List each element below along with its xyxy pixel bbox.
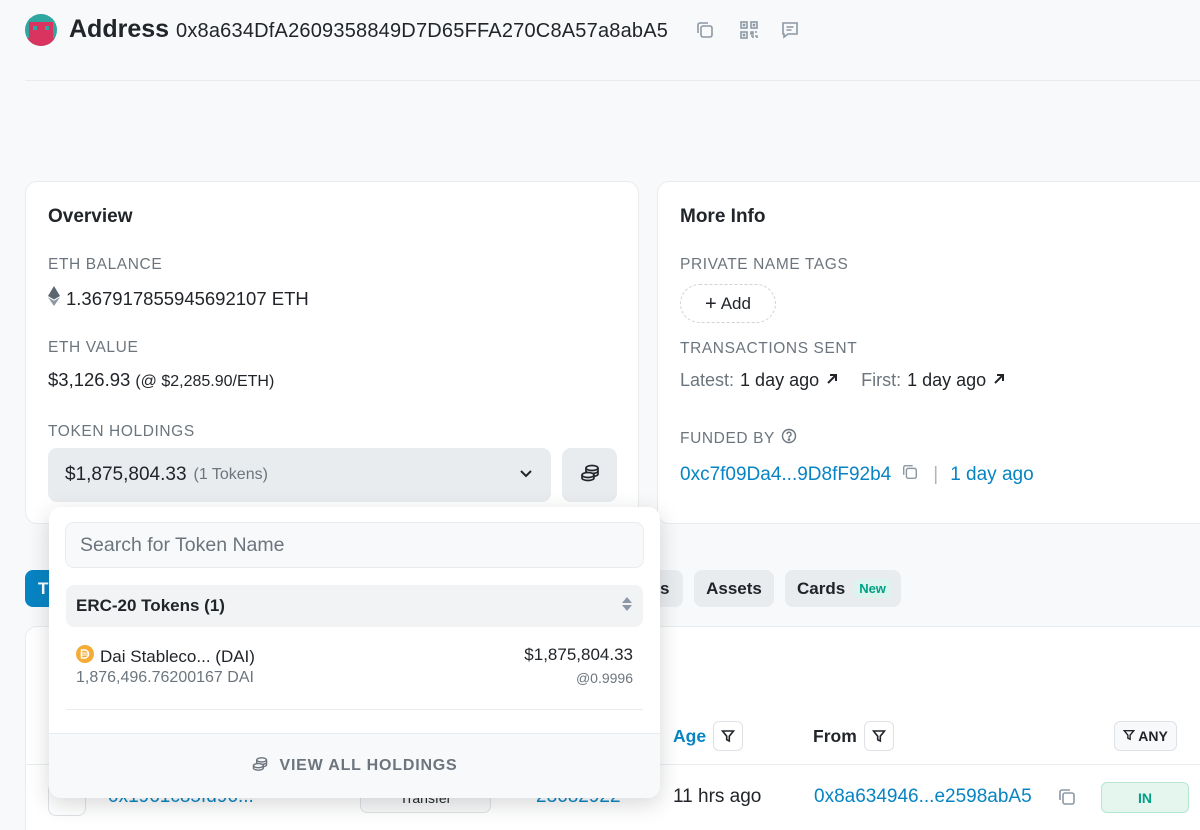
token-holdings-view-button[interactable] xyxy=(562,448,617,502)
erc20-group-label: ERC-20 Tokens (1) xyxy=(76,596,225,615)
token-price: @0.9996 xyxy=(575,670,633,686)
tab-partial-label: s xyxy=(660,578,670,598)
funded-time[interactable]: 1 day ago xyxy=(950,464,1033,486)
funded-by-label: FUNDED BY xyxy=(680,429,775,447)
address-hash: 0x8a634DfA2609358849D7D65FFA270C8A57a8ab… xyxy=(176,20,669,42)
coins-icon xyxy=(251,755,269,778)
token-search-input[interactable] xyxy=(65,522,644,568)
eth-value-amount: $3,126.93 xyxy=(48,369,131,390)
dropdown-divider xyxy=(66,709,643,710)
arrow-up-right-icon[interactable] xyxy=(825,370,839,391)
dai-token-icon xyxy=(76,645,94,668)
funded-by-address[interactable]: 0xc7f09Da4...9D8fF92b4 xyxy=(680,464,891,486)
column-header-age[interactable]: Age xyxy=(673,726,706,747)
address-avatar xyxy=(25,14,57,46)
eth-balance-value: 1.367917855945692107 ETH xyxy=(66,287,309,309)
copy-icon[interactable] xyxy=(1057,787,1077,812)
tab-transactions-label: T xyxy=(38,578,49,598)
latest-label: Latest: xyxy=(680,370,735,390)
token-holdings-amount: $1,875,804.33 xyxy=(65,464,187,485)
filter-icon[interactable] xyxy=(713,721,743,751)
view-all-holdings-button[interactable]: VIEW ALL HOLDINGS xyxy=(49,733,660,798)
tab-assets-label: Assets xyxy=(706,578,762,598)
add-name-tag-button[interactable]: + Add xyxy=(680,284,776,323)
coins-icon xyxy=(579,462,601,489)
ethereum-icon xyxy=(48,286,60,311)
column-header-from: From xyxy=(813,726,857,746)
tab-cards[interactable]: Cards New xyxy=(785,570,901,607)
view-all-holdings-label: VIEW ALL HOLDINGS xyxy=(279,757,458,774)
tab-cards-label: Cards xyxy=(797,578,846,598)
comment-icon[interactable] xyxy=(778,18,802,42)
copy-icon[interactable] xyxy=(693,18,717,42)
plus-icon: + xyxy=(705,292,717,315)
eth-value-rate: (@ $2,285.90/ETH) xyxy=(135,373,275,390)
token-value: $1,875,804.33 xyxy=(524,645,633,664)
token-list-item[interactable]: Dai Stableco... (DAI) 1,876,496.76200167… xyxy=(66,635,643,695)
sort-icon[interactable] xyxy=(621,596,633,617)
new-badge: New xyxy=(853,579,892,598)
funded-by-heading: FUNDED BY xyxy=(680,428,797,449)
tx-age: 11 hrs ago xyxy=(673,786,762,807)
transactions-sent-label: TRANSACTIONS SENT xyxy=(680,340,858,357)
eth-value-label: ETH VALUE xyxy=(48,339,139,356)
direction-label: IN xyxy=(1138,789,1152,806)
token-holdings-count: (1 Tokens) xyxy=(193,466,268,483)
eth-value: $3,126.93 (@ $2,285.90/ETH) xyxy=(48,369,274,391)
eth-balance: 1.367917855945692107 ETH xyxy=(48,286,309,311)
header-divider xyxy=(25,80,1200,81)
more-info-title: More Info xyxy=(680,206,766,227)
erc20-group-header[interactable]: ERC-20 Tokens (1) xyxy=(66,585,643,627)
eth-balance-label: ETH BALANCE xyxy=(48,256,163,273)
filter-icon xyxy=(1123,728,1136,744)
latest-value: 1 day ago xyxy=(740,370,820,390)
tab-assets[interactable]: Assets xyxy=(694,570,774,607)
first-label: First: xyxy=(861,370,902,390)
qr-code-icon[interactable] xyxy=(737,18,761,42)
chevron-down-icon xyxy=(518,465,534,486)
first-value: 1 day ago xyxy=(907,370,987,390)
token-balance: 1,876,496.76200167 DAI xyxy=(76,669,254,686)
help-circle-icon[interactable] xyxy=(781,428,797,449)
direction-filter-button[interactable]: ANY xyxy=(1114,721,1177,751)
token-holdings-dropdown: ERC-20 Tokens (1) Dai Stableco... (DAI) … xyxy=(49,507,660,798)
filter-icon[interactable] xyxy=(864,721,894,751)
page-header: Address 0x8a634DfA2609358849D7D65FFA270C… xyxy=(0,0,1200,80)
arrow-up-right-icon[interactable] xyxy=(992,370,1006,391)
funded-by-row: 0xc7f09Da4...9D8fF92b4 | 1 day ago xyxy=(680,463,1034,487)
add-button-label: Add xyxy=(720,293,751,313)
direction-badge: IN xyxy=(1101,782,1189,813)
overview-title: Overview xyxy=(48,206,133,227)
transactions-sent: Latest: 1 day ago First: 1 day ago xyxy=(680,370,1006,391)
any-label: ANY xyxy=(1138,728,1168,744)
token-name-row: Dai Stableco... (DAI) xyxy=(76,645,255,668)
funded-separator: | xyxy=(933,464,939,485)
private-name-tags-label: PRIVATE NAME TAGS xyxy=(680,256,849,273)
tx-from[interactable]: 0x8a634946...e2598abA5 xyxy=(814,786,1032,808)
token-holdings-select[interactable]: $1,875,804.33 (1 Tokens) xyxy=(48,448,551,502)
copy-icon[interactable] xyxy=(901,463,919,487)
token-holdings-label: TOKEN HOLDINGS xyxy=(48,423,195,440)
page-title: Address xyxy=(69,15,170,43)
token-name: Dai Stableco... (DAI) xyxy=(100,646,255,666)
